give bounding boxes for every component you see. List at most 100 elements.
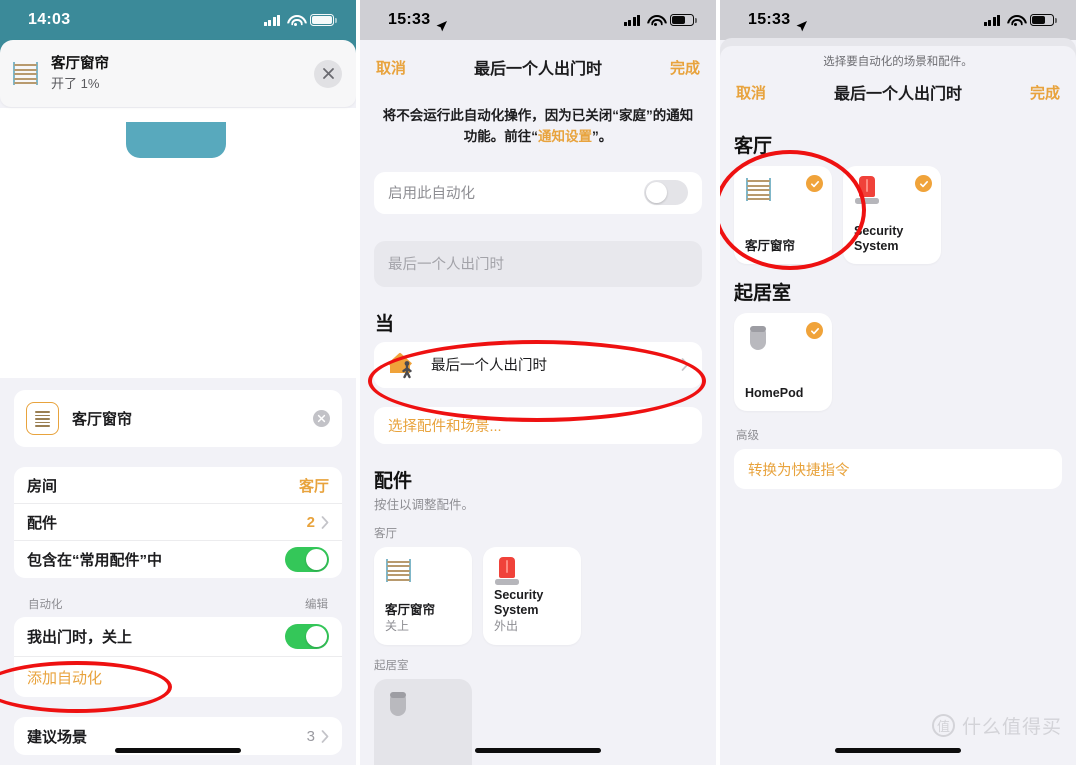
toast-title: 客厅窗帘 xyxy=(51,55,109,72)
status-indicators xyxy=(263,14,337,27)
notification-settings-link[interactable]: 通知设置 xyxy=(538,129,592,144)
siren-icon xyxy=(494,556,570,588)
warning-text-after: ”。 xyxy=(592,128,613,144)
tile-name: Security System xyxy=(854,223,904,253)
status-bar: 14:03 xyxy=(0,0,356,40)
automation-group: 我出门时，关上 添加自动化 xyxy=(14,617,342,697)
clear-field-icon[interactable] xyxy=(313,410,330,427)
row-accessories[interactable]: 配件 2 xyxy=(14,504,342,541)
tile-curtain[interactable]: 客厅窗帘 关上 xyxy=(374,546,472,645)
chevron-right-icon xyxy=(321,729,329,743)
room-label-sittingroom: 起居室 xyxy=(734,283,792,304)
watermark-text: 什么值得买 xyxy=(961,717,1062,738)
accessory-toast[interactable]: 客厅窗帘 开了 1% xyxy=(0,40,356,107)
close-icon[interactable] xyxy=(314,59,342,88)
row-label: 包含在“常用配件”中 xyxy=(27,552,163,569)
tile-homepod[interactable]: HomePod xyxy=(734,313,832,411)
wifi-icon xyxy=(1007,14,1023,27)
checkmark-icon xyxy=(806,175,823,192)
status-bar: 15:33 xyxy=(360,0,716,40)
row-value: 客厅 xyxy=(298,477,329,495)
enable-automation-toggle[interactable] xyxy=(644,180,688,206)
device-icon-tile xyxy=(26,402,59,435)
tile-state: 关上 xyxy=(385,619,410,634)
cancel-button[interactable]: 取消 xyxy=(736,82,766,103)
signal-bars-icon xyxy=(983,14,1000,26)
row-add-automation[interactable]: 添加自动化 xyxy=(14,657,342,697)
blinds-icon xyxy=(33,409,52,428)
row-label: 配件 xyxy=(27,514,58,532)
sheet-title: 最后一个人出门时 xyxy=(473,61,602,78)
battery-icon xyxy=(310,14,337,26)
checkmark-icon xyxy=(806,322,823,339)
sheet-title: 最后一个人出门时 xyxy=(833,86,962,103)
row-room[interactable]: 房间 客厅 xyxy=(14,467,342,504)
when-header: 当 xyxy=(375,313,395,335)
homepod-icon xyxy=(385,689,461,729)
done-button[interactable]: 完成 xyxy=(670,57,700,78)
accessories-title: 配件 xyxy=(374,470,413,492)
automation-toggle[interactable] xyxy=(285,624,329,649)
status-time: 14:03 xyxy=(28,11,71,28)
picker-hint: 选择要自动化的场景和配件。 xyxy=(823,56,973,68)
status-indicators xyxy=(983,14,1057,27)
automation-section-header: 自动化 编辑 xyxy=(14,596,342,617)
picker-tiles-livingroom: 客厅窗帘 Security System xyxy=(734,166,1062,264)
convert-to-shortcut-button[interactable]: 转换为快捷指令 xyxy=(734,449,1062,489)
wifi-icon xyxy=(647,14,663,27)
wifi-icon xyxy=(287,14,303,27)
checkmark-icon xyxy=(915,175,932,192)
tile-homepod[interactable] xyxy=(374,678,472,765)
row-label: 建议场景 xyxy=(27,728,88,746)
notification-warning: 将不会运行此自动化操作，因为已关闭“家庭”的通知功能。前往“通知设置”。 xyxy=(360,90,716,148)
edit-button[interactable]: 编辑 xyxy=(305,596,328,612)
pick-accessories-label: 选择配件和场景... xyxy=(388,418,502,435)
advanced-label: 高级 xyxy=(736,430,759,442)
blinds-icon xyxy=(12,60,39,87)
chevron-right-icon xyxy=(321,515,329,529)
accessories-note: 按住以调整配件。 xyxy=(374,497,475,512)
trigger-label: 最后一个人出门时 xyxy=(431,358,547,375)
row-value: 3 xyxy=(306,727,315,745)
panel-automation-editor: 15:33 取消 最后一个人出门时 完成 将不会运行此自动化操作，因为已关闭“家… xyxy=(360,0,716,765)
automation-name-field[interactable]: 最后一个人出门时 xyxy=(374,240,702,287)
status-time: 15:33 xyxy=(388,11,448,32)
battery-icon xyxy=(670,14,697,26)
home-person-leaving-icon xyxy=(387,351,419,379)
cancel-button[interactable]: 取消 xyxy=(376,57,406,78)
status-time: 15:33 xyxy=(748,11,808,32)
tile-security-system[interactable]: Security System xyxy=(843,166,941,264)
tile-security-system[interactable]: Security System 外出 xyxy=(483,546,581,645)
favorites-toggle[interactable] xyxy=(285,547,329,572)
toast-subtitle: 开了 1% xyxy=(51,75,100,91)
status-bar: 15:33 xyxy=(720,0,1076,40)
device-header-card[interactable]: 客厅窗帘 xyxy=(14,390,342,447)
picker-content: 客厅 客厅窗帘 Security System 起居室 HomePod 高级 转… xyxy=(720,113,1076,489)
accessories-section: 配件 按住以调整配件。 客厅 客厅窗帘 关上 Security System 外… xyxy=(360,444,716,765)
enable-automation-row[interactable]: 启用此自动化 xyxy=(374,171,702,214)
section-title: 自动化 xyxy=(28,599,63,611)
panel-accessory-picker: 15:33 选择要自动化的场景和配件。 取消 最后一个人出门时 完成 客厅 客厅… xyxy=(720,0,1076,765)
row-favorites[interactable]: 包含在“常用配件”中 xyxy=(14,541,342,578)
tile-state: 外出 xyxy=(494,619,519,634)
done-button[interactable]: 完成 xyxy=(1030,82,1060,103)
room-label-sittingroom: 起居室 xyxy=(374,659,409,672)
row-automation-leaving[interactable]: 我出门时，关上 xyxy=(14,617,342,657)
room-label-livingroom: 客厅 xyxy=(734,136,773,157)
enable-automation-label: 启用此自动化 xyxy=(388,186,475,203)
signal-bars-icon xyxy=(623,14,640,26)
home-indicator xyxy=(835,748,961,753)
picker-tiles-sittingroom: HomePod xyxy=(734,313,1062,411)
tile-curtain[interactable]: 客厅窗帘 xyxy=(734,166,832,264)
add-automation-label: 添加自动化 xyxy=(27,669,103,687)
accessory-settings-sheet: 客厅窗帘 房间 客厅 配件 2 包含在“常用配件”中 自动化 编辑 我出门时，关… xyxy=(0,378,356,765)
panel-accessory-detail: 14:03 客厅窗帘 开了 1% 客厅窗帘 房间 客厅 配件 2 包含在“常用配… xyxy=(0,0,356,765)
pick-accessories-row[interactable]: 选择配件和场景... xyxy=(374,406,702,444)
row-label: 房间 xyxy=(27,477,58,495)
automation-sheet: 取消 最后一个人出门时 完成 将不会运行此自动化操作，因为已关闭“家庭”的通知功… xyxy=(360,44,716,765)
tile-name: HomePod xyxy=(745,385,804,400)
automation-name-placeholder: 最后一个人出门时 xyxy=(388,257,504,274)
trigger-row[interactable]: 最后一个人出门时 xyxy=(374,341,702,388)
watermark: 值 什么值得买 xyxy=(931,712,1062,739)
settings-group: 房间 客厅 配件 2 包含在“常用配件”中 xyxy=(14,467,342,578)
